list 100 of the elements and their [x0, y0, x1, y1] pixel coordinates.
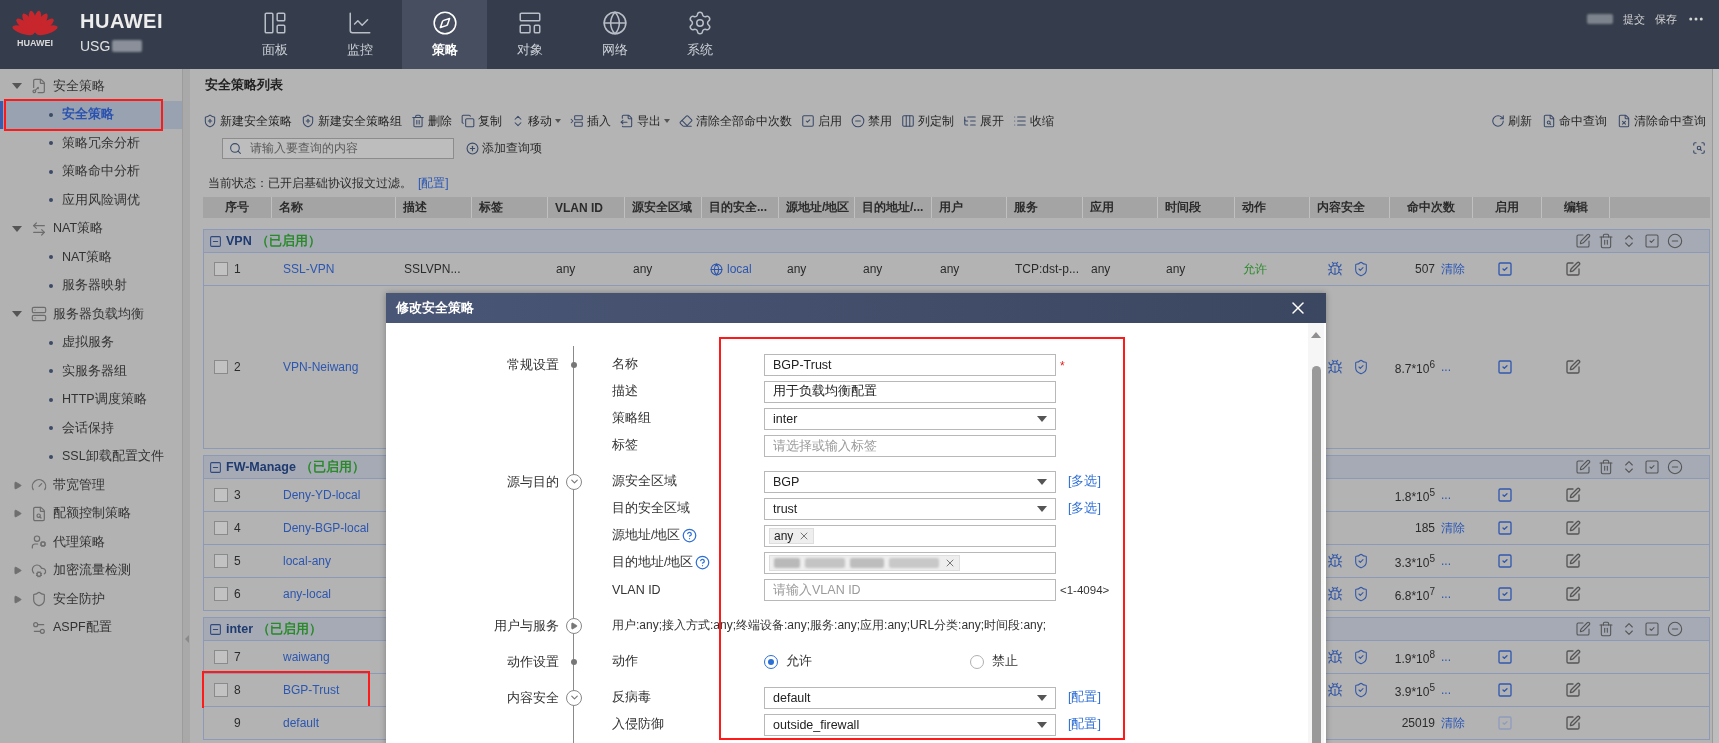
shield-check-icon[interactable]: [1353, 649, 1369, 665]
toolbar-button[interactable]: 导出: [620, 112, 670, 130]
checkbox-icon[interactable]: [1644, 233, 1660, 249]
hits-link[interactable]: ...: [1441, 587, 1451, 601]
policy-name-link[interactable]: default: [283, 716, 320, 730]
minus-circle-icon[interactable]: [1667, 233, 1683, 249]
enabled-checkbox[interactable]: [1497, 586, 1513, 602]
policy-name-link[interactable]: SSL-VPN: [283, 262, 335, 276]
tag-field[interactable]: [764, 551, 1056, 574]
hits-link[interactable]: ...: [1441, 488, 1451, 502]
toolbar-button[interactable]: 刷新: [1491, 112, 1532, 130]
sidebar-item[interactable]: 策略命中分析: [0, 157, 182, 186]
shield-check-icon[interactable]: [1353, 586, 1369, 602]
enabled-checkbox[interactable]: [1497, 682, 1513, 698]
multi-select-link[interactable]: [配置]: [1068, 689, 1101, 706]
toolbar-button[interactable]: 移动: [511, 112, 561, 130]
dropdown[interactable]: outside_firewall: [764, 713, 1056, 736]
scroll-up-icon[interactable]: [1311, 332, 1321, 338]
hits-link[interactable]: 清除: [1441, 260, 1465, 278]
collapse-icon[interactable]: [209, 460, 222, 474]
policy-name-link[interactable]: waiwang: [283, 650, 330, 664]
nav-tab[interactable]: 对象: [487, 0, 572, 69]
sidebar-item[interactable]: 会话保持: [0, 414, 182, 443]
add-query-button[interactable]: 添加查询项: [466, 139, 542, 157]
hits-link[interactable]: ...: [1441, 683, 1451, 697]
help-icon[interactable]: [682, 528, 698, 543]
shield-check-icon[interactable]: [1353, 682, 1369, 698]
row-checkbox[interactable]: [214, 650, 228, 664]
search-field[interactable]: 请输入要查询的内容: [222, 137, 454, 159]
toolbar-button[interactable]: 清除全部命中次数: [679, 112, 792, 130]
nav-tab[interactable]: 系统: [657, 0, 742, 69]
shield-check-icon[interactable]: [1353, 359, 1369, 375]
bug-icon[interactable]: [1327, 261, 1343, 277]
nav-tab[interactable]: 监控: [317, 0, 402, 69]
minus-circle-icon[interactable]: [1667, 459, 1683, 475]
header-link[interactable]: 提交: [1623, 11, 1645, 27]
row-checkbox[interactable]: [214, 683, 228, 697]
edit-icon[interactable]: [1565, 682, 1581, 698]
sidebar-item[interactable]: 安全防护: [0, 585, 182, 614]
row-checkbox[interactable]: [214, 521, 228, 535]
collapse-icon[interactable]: [209, 234, 222, 248]
sidebar-item[interactable]: NAT策略: [0, 243, 182, 272]
collapse-handle-icon[interactable]: [184, 635, 189, 643]
bug-icon[interactable]: [1327, 682, 1343, 698]
multi-select-link[interactable]: [多选]: [1068, 473, 1101, 490]
tag-field[interactable]: any: [764, 524, 1056, 547]
expand-down-icon[interactable]: [566, 473, 582, 490]
shield-check-icon[interactable]: [1353, 553, 1369, 569]
multi-select-link[interactable]: [配置]: [1068, 716, 1101, 733]
sidebar-item[interactable]: HTTP调度策略: [0, 385, 182, 414]
edit-icon[interactable]: [1565, 553, 1581, 569]
toolbar-button[interactable]: 新建安全策略: [203, 112, 292, 130]
radio-option[interactable]: 禁止: [970, 653, 1176, 670]
hits-link[interactable]: 清除: [1441, 714, 1465, 732]
policy-name-link[interactable]: BGP-Trust: [283, 683, 340, 697]
text-field[interactable]: 用于负载均衡配置: [764, 380, 1056, 403]
nav-tab[interactable]: 面板: [232, 0, 317, 69]
text-field[interactable]: BGP-Trust: [764, 353, 1056, 376]
checkbox-icon[interactable]: [1644, 621, 1660, 637]
sidebar-item[interactable]: ASPF配置: [0, 613, 182, 642]
toolbar-button[interactable]: 命中查询: [1542, 112, 1607, 130]
expand-right-icon[interactable]: [566, 617, 582, 634]
enabled-checkbox[interactable]: [1497, 649, 1513, 665]
shield-check-icon[interactable]: [1353, 261, 1369, 277]
enabled-checkbox[interactable]: [1497, 487, 1513, 503]
hits-link[interactable]: ...: [1441, 554, 1451, 568]
bug-icon[interactable]: [1327, 359, 1343, 375]
bug-icon[interactable]: [1327, 553, 1343, 569]
edit-icon[interactable]: [1575, 621, 1591, 637]
text-field[interactable]: 请选择或输入标签: [764, 434, 1056, 457]
bug-icon[interactable]: [1327, 586, 1343, 602]
row-checkbox[interactable]: [214, 554, 228, 568]
checkbox-icon[interactable]: [1644, 459, 1660, 475]
scrollbar-thumb[interactable]: [1311, 366, 1321, 743]
sidebar-item[interactable]: 加密流量检测: [0, 556, 182, 585]
toolbar-button[interactable]: 清除命中查询: [1617, 112, 1706, 130]
trash-icon[interactable]: [1598, 233, 1614, 249]
edit-icon[interactable]: [1565, 520, 1581, 536]
row-checkbox[interactable]: [214, 488, 228, 502]
toolbar-button[interactable]: 复制: [461, 112, 502, 130]
config-link[interactable]: [配置]: [418, 174, 449, 192]
sidebar-item[interactable]: NAT策略: [0, 214, 182, 243]
policy-name-link[interactable]: local-any: [283, 554, 332, 568]
toolbar-button[interactable]: 列定制: [901, 112, 954, 130]
toolbar-button[interactable]: 启用: [801, 112, 842, 130]
search-input[interactable]: 请输入要查询的内容: [248, 140, 438, 156]
trash-icon[interactable]: [1598, 459, 1614, 475]
help-icon[interactable]: [695, 555, 711, 570]
sidebar-item[interactable]: 虚拟服务: [0, 328, 182, 357]
policy-name-link[interactable]: Deny-BGP-local: [283, 521, 370, 535]
toolbar-button[interactable]: 收缩: [1013, 112, 1054, 130]
sidebar-item[interactable]: 服务器负载均衡: [0, 300, 182, 329]
sidebar-item[interactable]: SSL卸载配置文件: [0, 442, 182, 471]
toolbar-button[interactable]: 删除: [411, 112, 452, 130]
edit-icon[interactable]: [1575, 459, 1591, 475]
sidebar-item[interactable]: 应用风险调优: [0, 186, 182, 215]
text-field[interactable]: 请输入VLAN ID: [764, 578, 1056, 601]
sidebar-item[interactable]: 安全策略: [0, 72, 182, 101]
dropdown[interactable]: inter: [764, 407, 1056, 430]
minus-circle-icon[interactable]: [1667, 621, 1683, 637]
